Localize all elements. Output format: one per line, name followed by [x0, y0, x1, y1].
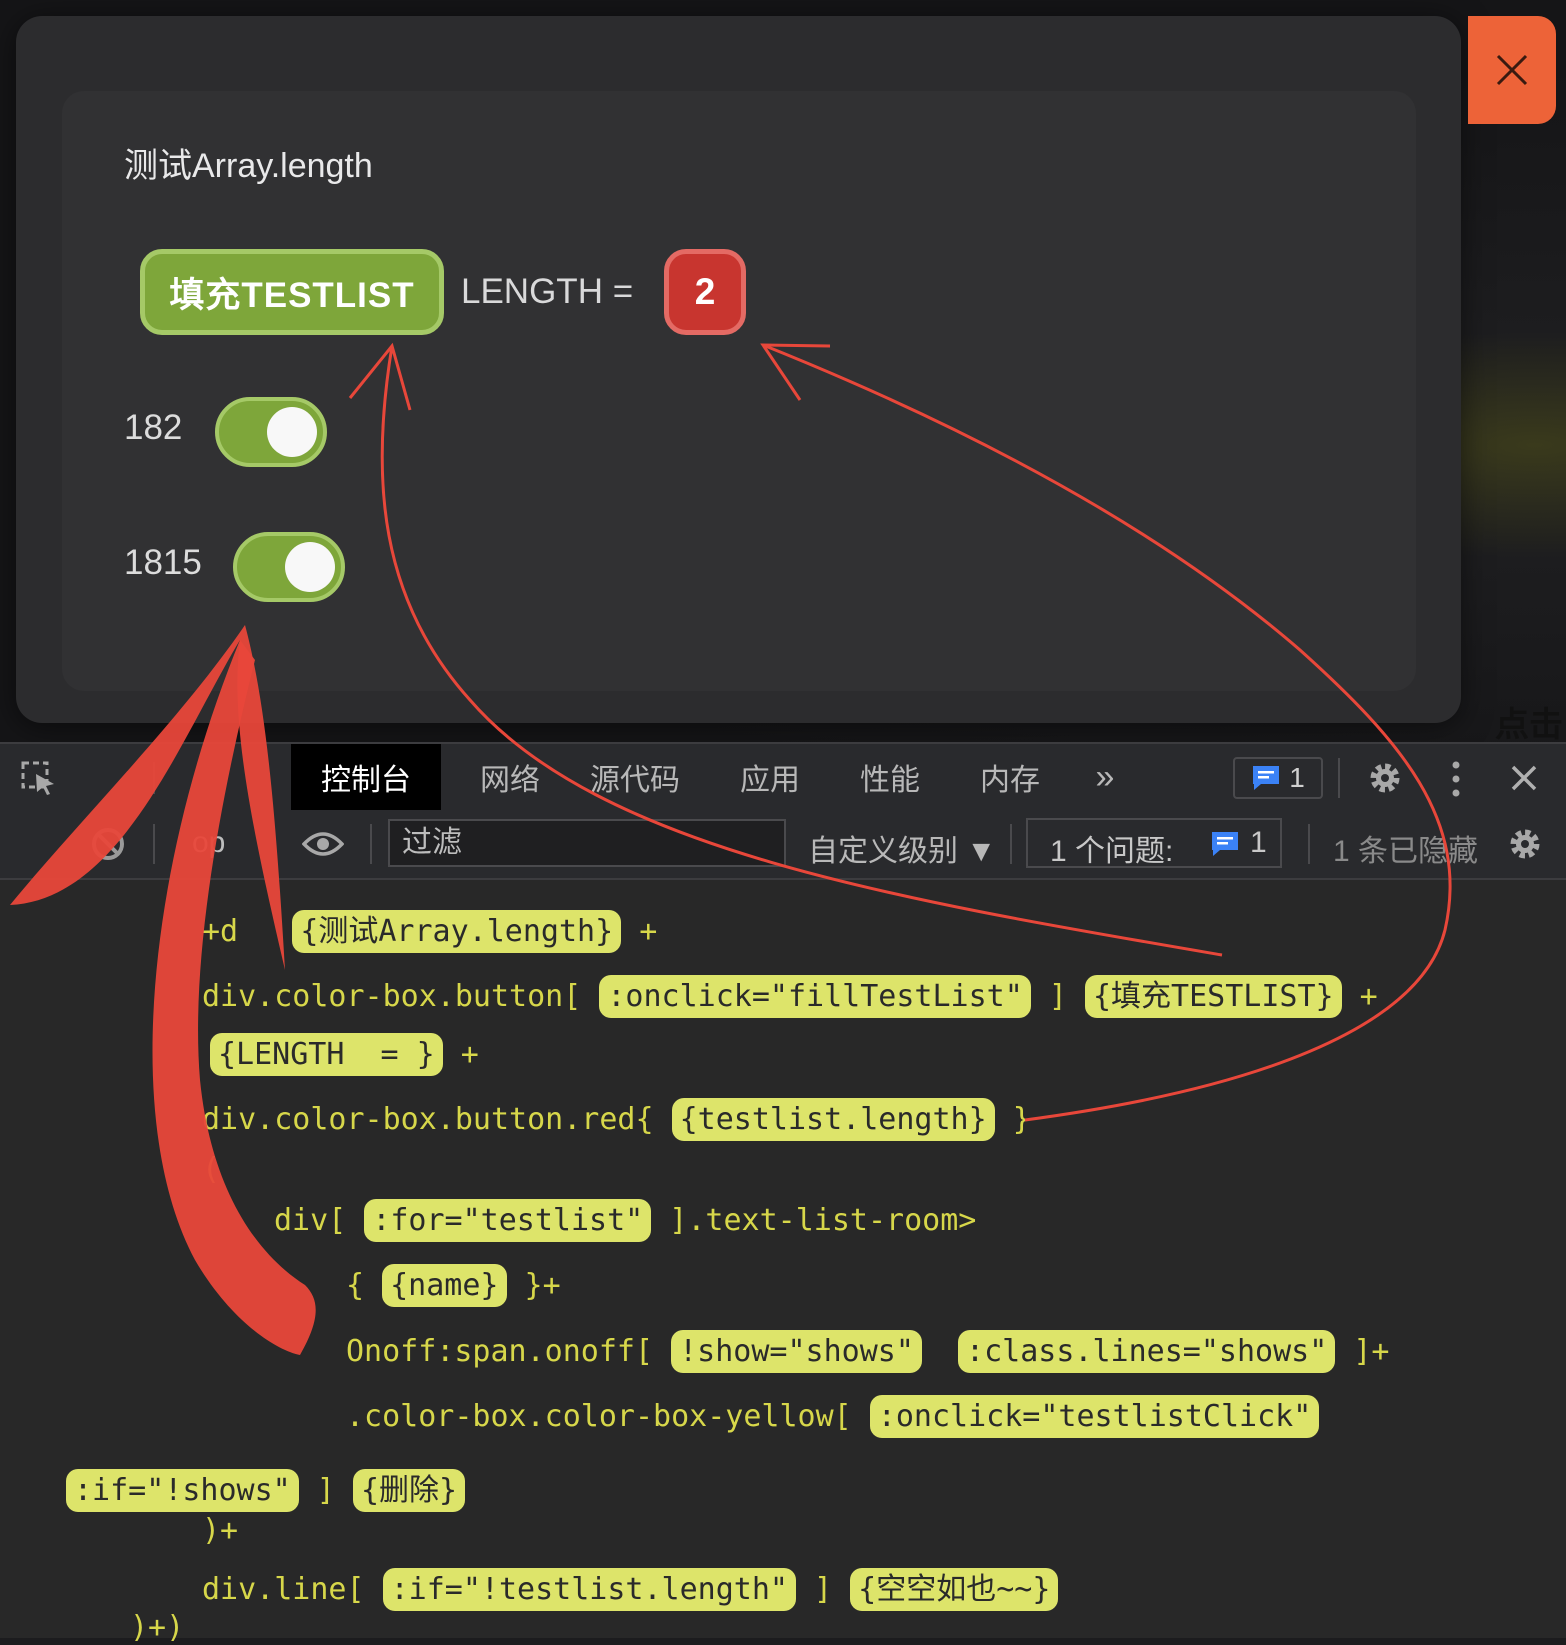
message-icon	[1212, 832, 1238, 856]
code-output: +d {测试Array.length} + div.color-box.butt…	[0, 878, 1566, 1645]
list-item-label: 1815	[124, 543, 202, 582]
code-text: .color-box.color-box-yellow[	[346, 1399, 852, 1434]
toggle-knob	[267, 407, 317, 457]
tab-console[interactable]: 控制台	[291, 744, 441, 810]
more-options-icon[interactable]	[1446, 760, 1466, 798]
code-line: :if="!shows" ] {删除}	[66, 1465, 466, 1512]
devtools-tabbar: 控制台 网络 源代码 应用 性能 内存 » 1	[0, 742, 1566, 814]
code-highlight: !show="shows"	[671, 1330, 922, 1373]
code-highlight: :onclick="testlistClick"	[869, 1395, 1320, 1438]
code-text: +	[442, 1037, 479, 1072]
code-highlight: {测试Array.length}	[292, 910, 622, 953]
console-filter-input[interactable]: 过滤	[388, 819, 786, 867]
devtools-panel: 控制台 网络 源代码 应用 性能 内存 » 1 op 过滤 自定义级别 ▼ 1 …	[0, 742, 1566, 1645]
code-highlight: {填充TESTLIST}	[1084, 975, 1342, 1018]
fill-testlist-button[interactable]: 填充TESTLIST	[140, 249, 444, 335]
code-text: ]	[298, 1473, 335, 1508]
settings-gear-icon[interactable]	[1365, 758, 1405, 798]
code-line: div[ :for="testlist" ].text-list-room>	[274, 1199, 977, 1242]
code-text: ]+	[1335, 1334, 1390, 1369]
issues-badge-count: 1	[1289, 762, 1305, 793]
code-line: .color-box.color-box-yellow[ :onclick="t…	[346, 1395, 1320, 1438]
code-highlight: :if="!testlist.length"	[382, 1568, 796, 1611]
more-tabs-button[interactable]: »	[1080, 744, 1130, 810]
toggle-switch[interactable]	[215, 397, 327, 467]
live-expression-eye-icon[interactable]	[302, 828, 344, 860]
code-highlight: {删除}	[352, 1469, 466, 1512]
code-line: Onoff:span.onoff[ !show="shows" :class.l…	[346, 1330, 1390, 1373]
close-button[interactable]	[1468, 16, 1556, 124]
code-highlight: {LENGTH = }	[210, 1033, 443, 1076]
divider	[153, 824, 155, 864]
issues-count: 1	[1250, 826, 1267, 859]
code-text: div.color-box.button[	[202, 979, 582, 1014]
hidden-messages-label: 1 条已隐藏	[1333, 835, 1479, 868]
tab-network[interactable]: 网络	[455, 744, 565, 810]
click-hint-text: 点击	[1495, 706, 1563, 744]
code-line: )+)	[130, 1610, 185, 1645]
code-line: +d {测试Array.length} +	[202, 906, 658, 953]
code-text: +	[621, 914, 658, 949]
divider	[1308, 824, 1310, 864]
inspect-element-icon[interactable]	[20, 760, 58, 796]
tab-performance[interactable]: 性能	[835, 744, 945, 810]
toggle-knob	[285, 542, 335, 592]
list-item-label: 182	[124, 408, 183, 447]
tab-application[interactable]: 应用	[715, 744, 825, 810]
code-highlight: {testlist.length}	[671, 1098, 995, 1141]
divider	[370, 824, 372, 864]
code-highlight: :onclick="fillTestList"	[599, 975, 1031, 1018]
log-level-select[interactable]: 自定义级别 ▼	[808, 826, 996, 870]
console-settings-gear-icon[interactable]	[1505, 824, 1545, 864]
length-value-badge: 2	[664, 249, 746, 335]
code-line: { {name} }+	[346, 1264, 561, 1307]
code-highlight: :class.lines="shows"	[958, 1330, 1336, 1373]
context-selector[interactable]: op	[192, 826, 225, 860]
code-text: }	[994, 1102, 1031, 1137]
code-text: ].text-list-room>	[651, 1203, 977, 1238]
code-text: div.line[	[202, 1572, 365, 1607]
code-text: Onoff:span.onoff[	[346, 1334, 654, 1369]
code-highlight: :if="!shows"	[66, 1469, 299, 1512]
issues-label: 1 个问题:	[1050, 835, 1174, 868]
divider	[1010, 824, 1012, 864]
code-line: div.line[ :if="!testlist.length" ] {空空如也…	[202, 1564, 1059, 1611]
close-icon	[1496, 54, 1528, 86]
code-text: }+	[506, 1268, 561, 1303]
modal-title: 测试Array.length	[124, 147, 373, 185]
code-line: div.color-box.button.red{ {testlist.leng…	[202, 1098, 1031, 1141]
code-highlight: {空空如也~~}	[850, 1568, 1059, 1611]
clear-console-icon[interactable]	[90, 826, 126, 862]
code-text: +	[1341, 979, 1378, 1014]
code-highlight: :for="testlist"	[364, 1199, 652, 1242]
modal-dialog	[16, 16, 1461, 723]
issues-button[interactable]: 1 个问题: 1	[1026, 818, 1282, 868]
toggle-switch[interactable]	[233, 532, 345, 602]
length-label: LENGTH =	[461, 272, 634, 311]
console-filter-bar: op 过滤 自定义级别 ▼ 1 个问题: 1 1 条已隐藏	[0, 810, 1566, 880]
code-text: div[	[274, 1203, 347, 1238]
divider	[153, 762, 155, 794]
code-line: {LENGTH = } +	[210, 1033, 479, 1076]
code-line: )+	[202, 1513, 239, 1548]
tab-sources[interactable]: 源代码	[575, 744, 695, 810]
close-devtools-icon[interactable]	[1510, 764, 1538, 792]
issues-badge-button[interactable]: 1	[1233, 757, 1323, 799]
code-text: ]	[795, 1572, 833, 1607]
code-highlight: {name}	[382, 1264, 507, 1307]
code-text: +d	[202, 914, 239, 949]
code-line: div.color-box.button[ :onclick="fillTest…	[202, 971, 1378, 1018]
code-text: {	[346, 1268, 365, 1303]
code-line: (	[202, 1152, 221, 1187]
code-text: div.color-box.button.red{	[202, 1102, 654, 1137]
tab-memory[interactable]: 内存	[955, 744, 1065, 810]
message-icon	[1253, 766, 1280, 790]
code-text: ]	[1030, 979, 1067, 1014]
divider	[1338, 758, 1340, 798]
